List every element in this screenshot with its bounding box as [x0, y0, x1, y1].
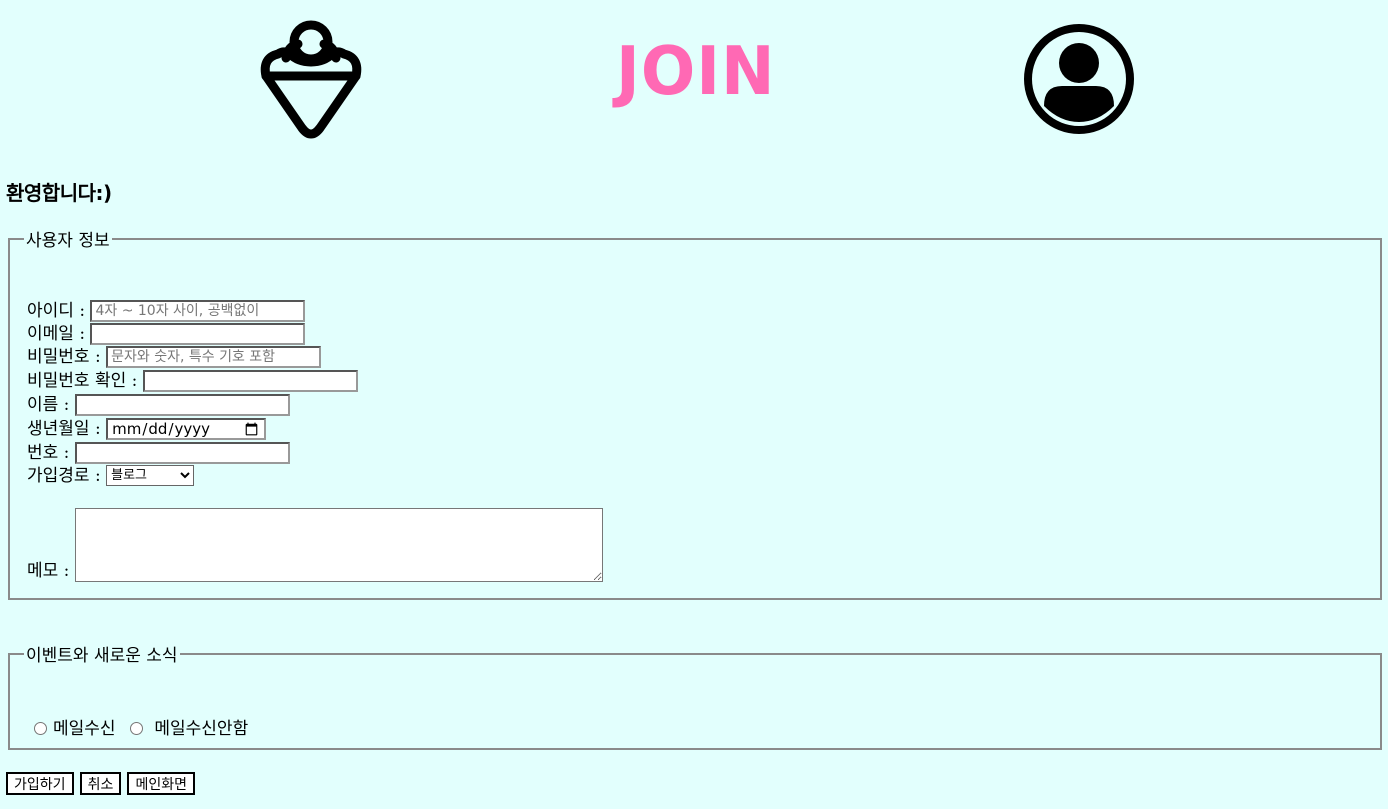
email-input[interactable]: [90, 323, 306, 345]
mail-radio-group: 메일수신 메일수신안함: [32, 714, 248, 739]
id-label: 아이디 :: [27, 301, 86, 321]
id-row: 아이디 :: [27, 300, 306, 322]
welcome-heading: 환영합니다:): [6, 181, 112, 205]
events-fieldset: 이벤트와 새로운 소식 메일수신 메일수신안함: [8, 641, 1382, 750]
events-legend: 이벤트와 새로운 소식: [26, 646, 178, 666]
user-info-legend: 사용자 정보: [26, 231, 110, 251]
password-confirm-label: 비밀번호 확인 :: [27, 371, 138, 391]
birthday-row: 생년월일 :: [27, 418, 267, 440]
cancel-button[interactable]: 취소: [79, 772, 122, 795]
page-title: JOIN: [616, 33, 776, 111]
birthday-date-input[interactable]: [106, 418, 267, 440]
id-input[interactable]: [90, 300, 306, 322]
user-circle-icon[interactable]: [1022, 22, 1136, 136]
signup-path-select[interactable]: 블로그: [106, 465, 195, 486]
name-input[interactable]: [74, 394, 290, 416]
mail-receive-radio[interactable]: [34, 722, 47, 735]
birthday-label: 생년월일 :: [27, 419, 101, 439]
ice-cream-icon[interactable]: [258, 18, 364, 142]
name-row: 이름 :: [27, 394, 290, 416]
mail-decline-radio[interactable]: [129, 722, 143, 735]
signup-path-row: 가입경로 : 블로그: [27, 465, 195, 487]
form-buttons: 가입하기 취소 메인화면: [6, 772, 196, 795]
password-label: 비밀번호 :: [27, 347, 101, 367]
memo-label: 메모 :: [27, 561, 70, 581]
email-row: 이메일 :: [27, 323, 306, 345]
password-row: 비밀번호 :: [27, 346, 322, 368]
mail-decline-label: 메일수신안함: [154, 719, 249, 739]
user-info-fieldset: 사용자 정보 아이디 : 이메일 : 비밀번호 : 비밀번호 확인 : 이름 :…: [8, 226, 1382, 600]
header: JOIN: [0, 0, 1388, 168]
memo-row: 메모 :: [27, 508, 603, 582]
email-label: 이메일 :: [27, 324, 86, 344]
phone-row: 번호 :: [27, 442, 290, 464]
password-confirm-input[interactable]: [142, 370, 358, 392]
main-page-button[interactable]: 메인화면: [127, 772, 196, 795]
phone-input[interactable]: [74, 442, 290, 464]
memo-textarea[interactable]: [74, 508, 603, 582]
password-input[interactable]: [106, 346, 322, 368]
mail-receive-label: 메일수신: [53, 719, 116, 739]
signup-path-label: 가입경로 :: [27, 466, 101, 486]
name-label: 이름 :: [27, 395, 70, 415]
password-confirm-row: 비밀번호 확인 :: [27, 370, 358, 392]
phone-label: 번호 :: [27, 443, 70, 463]
submit-button[interactable]: 가입하기: [6, 772, 74, 795]
